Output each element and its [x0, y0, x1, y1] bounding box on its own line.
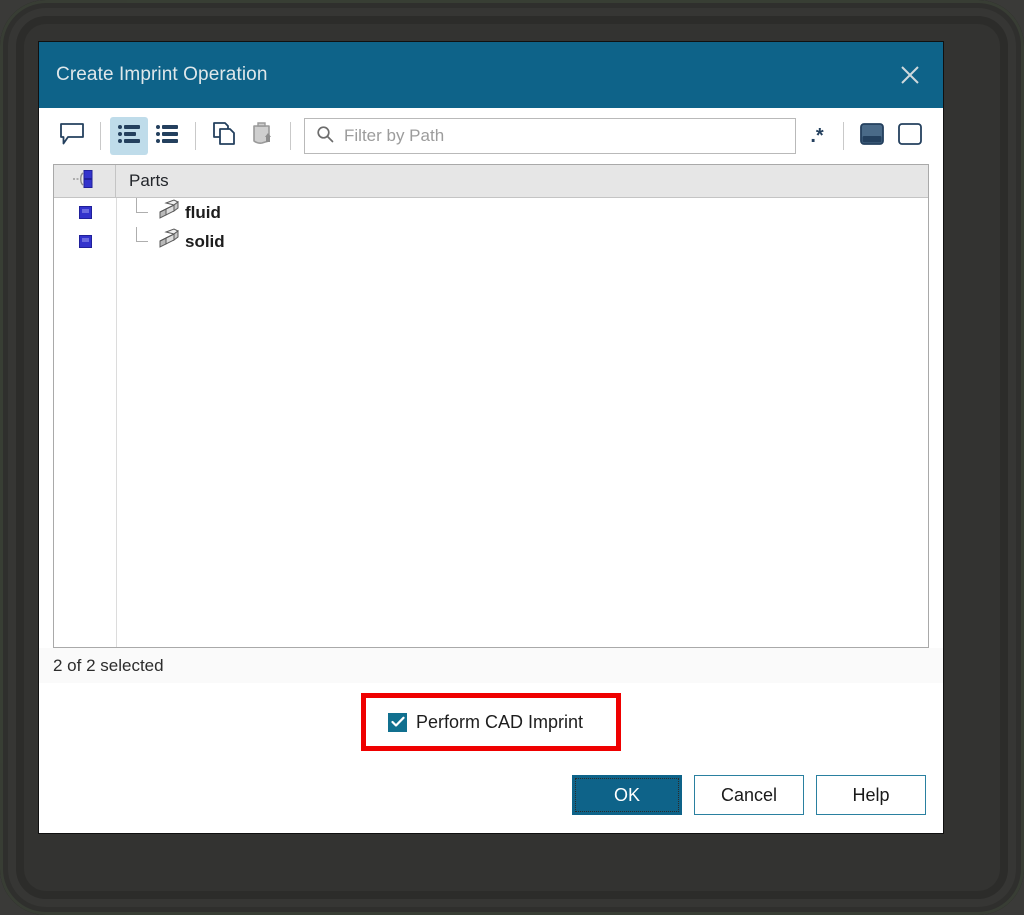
- simple-list-button[interactable]: [148, 117, 186, 155]
- highlight-annotation: Perform CAD Imprint: [361, 693, 621, 751]
- ok-button[interactable]: OK: [572, 775, 682, 815]
- search-field[interactable]: [304, 118, 796, 154]
- comment-icon: [59, 122, 85, 151]
- part-icon: [156, 228, 180, 255]
- table-row[interactable]: solid: [54, 227, 928, 256]
- paste-icon: [249, 121, 275, 152]
- dialog-button-bar: OK Cancel Help: [39, 757, 943, 833]
- dialog-toolbar: .*: [39, 108, 943, 164]
- empty-panel-button[interactable]: [891, 117, 929, 155]
- copy-icon: [211, 121, 237, 152]
- toolbar-separator: [100, 122, 101, 150]
- dialog-titlebar: Create Imprint Operation: [39, 42, 943, 108]
- options-area: Perform CAD Imprint: [39, 683, 943, 757]
- filled-panel-icon: [859, 122, 885, 151]
- cancel-button[interactable]: Cancel: [694, 775, 804, 815]
- detail-list-button[interactable]: [110, 117, 148, 155]
- tree-body: fluid solid: [54, 198, 928, 647]
- filled-panel-button[interactable]: [853, 117, 891, 155]
- comment-button[interactable]: [53, 117, 91, 155]
- close-icon: [899, 64, 921, 86]
- close-button[interactable]: [877, 42, 943, 108]
- select-all-button[interactable]: [54, 165, 116, 197]
- simple-list-icon: [155, 123, 180, 150]
- window-frame: Create Imprint Operation Filter by Path …: [0, 0, 1024, 915]
- select-all-icon: [71, 169, 99, 194]
- selected-marker-icon: [78, 235, 92, 248]
- create-imprint-dialog: Create Imprint Operation Filter by Path …: [38, 41, 944, 834]
- detail-list-icon: [117, 123, 142, 150]
- row-label: fluid: [185, 202, 221, 222]
- regex-toggle-button[interactable]: .*: [800, 117, 834, 155]
- help-button[interactable]: Help: [816, 775, 926, 815]
- tree-header-row: Parts: [54, 165, 928, 198]
- regex-icon: .*: [810, 125, 824, 147]
- tree-elbow-icon: [129, 227, 156, 256]
- tree-column-divider: [116, 198, 117, 647]
- dialog-title: Create Imprint Operation: [56, 64, 268, 85]
- row-name-cell: solid: [116, 227, 225, 256]
- part-icon: [156, 199, 180, 226]
- selection-status-bar: 2 of 2 selected: [39, 648, 943, 683]
- paste-button[interactable]: [243, 117, 281, 155]
- parts-tree-panel: Parts fluid solid: [53, 164, 929, 648]
- empty-panel-icon: [897, 122, 923, 151]
- row-label: solid: [185, 231, 225, 251]
- row-select-toggle[interactable]: [54, 235, 116, 248]
- selection-status-text: 2 of 2 selected: [53, 655, 164, 675]
- copy-button[interactable]: [205, 117, 243, 155]
- search-icon: [316, 125, 334, 148]
- row-name-cell: fluid: [116, 198, 221, 227]
- tree-elbow-icon: [129, 198, 156, 227]
- tree-column-header-parts: Parts: [129, 171, 169, 190]
- perform-cad-imprint-checkbox[interactable]: Perform CAD Imprint: [366, 712, 583, 733]
- perform-cad-imprint-label: Perform CAD Imprint: [416, 711, 584, 732]
- toolbar-separator: [195, 122, 196, 150]
- toolbar-separator: [290, 122, 291, 150]
- search-input[interactable]: [342, 125, 795, 147]
- selected-marker-icon: [78, 206, 92, 219]
- checkbox-checked-icon: [388, 712, 407, 732]
- table-row[interactable]: fluid: [54, 198, 928, 227]
- row-select-toggle[interactable]: [54, 206, 116, 219]
- toolbar-separator: [843, 122, 844, 150]
